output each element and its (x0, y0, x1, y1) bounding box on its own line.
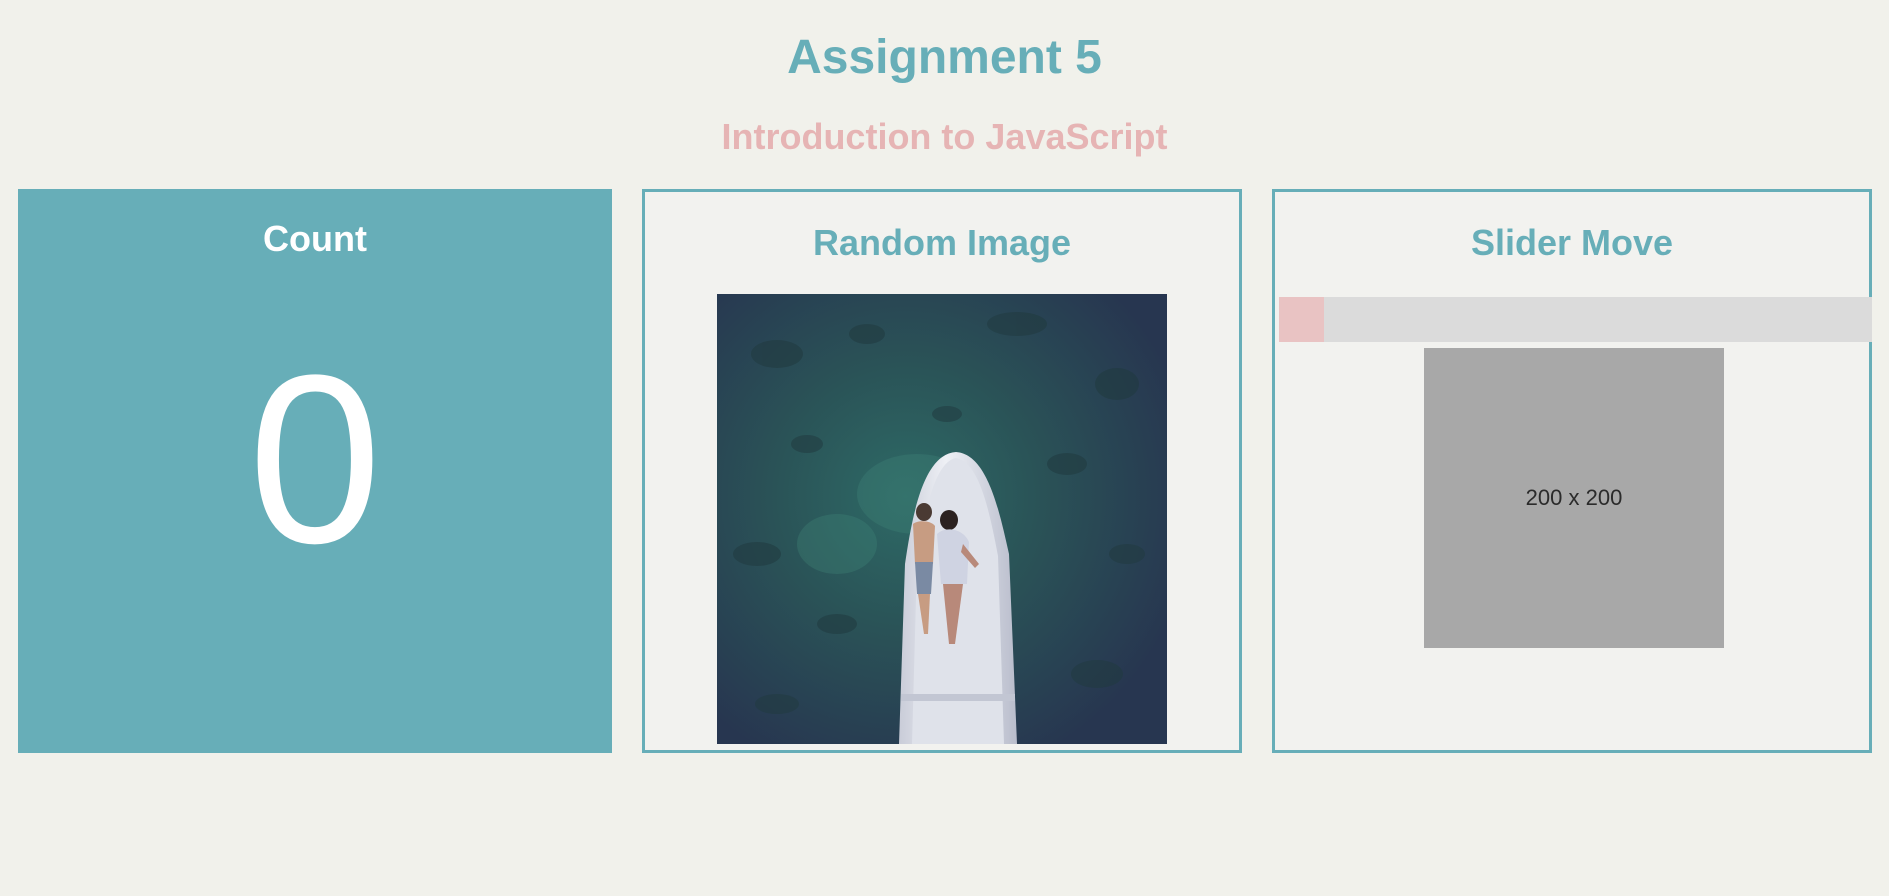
slider-move-card: Slider Move 200 x 200 (1272, 189, 1872, 753)
page-subtitle: Introduction to JavaScript (721, 116, 1168, 157)
placeholder-image-label: 200 x 200 (1525, 485, 1623, 510)
random-photo[interactable] (717, 294, 1167, 744)
random-image-card-title: Random Image (812, 222, 1072, 263)
slider-handle[interactable] (1279, 297, 1324, 342)
page-title: Assignment 5 (787, 31, 1102, 84)
count-card[interactable]: Count 0 (18, 189, 612, 753)
slider-track[interactable] (1279, 297, 1872, 342)
count-card-title: Count (263, 218, 367, 259)
placeholder-image: 200 x 200 (1424, 348, 1724, 648)
slider-move-card-title: Slider Move (1470, 222, 1674, 263)
count-value: 0 (248, 325, 382, 593)
random-image-card: Random Image (642, 189, 1242, 753)
